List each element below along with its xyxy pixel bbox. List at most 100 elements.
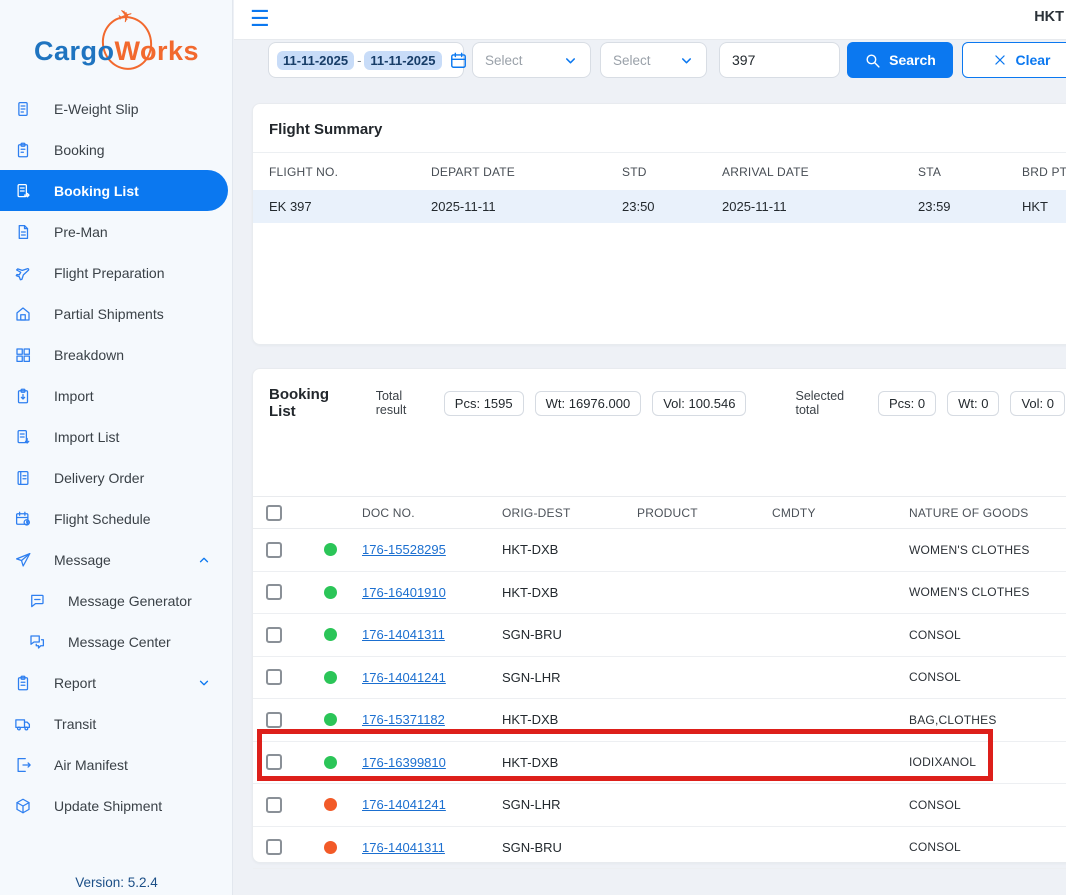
sidebar-item-message-generator[interactable]: Message Generator [0, 580, 233, 621]
nature-of-goods-cell: CONSOL [909, 840, 1066, 854]
flight-number-input[interactable] [719, 42, 840, 78]
sta-cell: 23:59 [918, 199, 1022, 214]
booking-list-card: Booking List Total result Pcs: 1595 Wt: … [252, 368, 1066, 863]
row-status-dot [324, 586, 337, 599]
table-row: 176-16401910 HKT-DXB WOMEN'S CLOTHES [253, 572, 1066, 615]
column-header: STD [622, 165, 722, 179]
nature-of-goods-cell: CONSOL [909, 798, 1066, 812]
sidebar-item-message-center[interactable]: Message Center [0, 621, 233, 662]
column-header: CMDTY [772, 506, 909, 520]
search-button-label: Search [889, 52, 936, 68]
calendar-icon[interactable] [449, 51, 468, 70]
total-result-label: Total result [376, 389, 433, 417]
hamburger-menu-icon[interactable]: ☰ [250, 5, 270, 33]
search-button[interactable]: Search [847, 42, 953, 78]
date-to-chip[interactable]: 11-11-2025 [364, 51, 441, 70]
sidebar-menu: E-Weight Slip Booking Booking List Pre-M… [0, 88, 233, 826]
date-range-input[interactable]: 11-11-2025 - 11-11-2025 [268, 42, 464, 78]
total-vol-badge: Vol: 100.546 [652, 391, 746, 416]
sidebar-item-update-shipment[interactable]: Update Shipment [0, 785, 233, 826]
sidebar-item-air-manifest[interactable]: Air Manifest [0, 744, 233, 785]
column-header: ORIG-DEST [502, 506, 637, 520]
booking-table-header-row: DOC NO. ORIG-DEST PRODUCT CMDTY NATURE O… [253, 496, 1066, 529]
nature-of-goods-cell: WOMEN'S CLOTHES [909, 585, 1066, 599]
doc-no-link[interactable]: 176-15371182 [362, 712, 502, 727]
orig-dest-cell: HKT-DXB [502, 712, 637, 727]
chevron-down-icon [563, 53, 578, 68]
sidebar-item-label: Message [54, 552, 111, 568]
clear-button-label: Clear [1015, 52, 1050, 68]
doc-no-link[interactable]: 176-14041311 [362, 840, 502, 855]
table-row: 176-14041241 SGN-LHR CONSOL [253, 784, 1066, 827]
sidebar-item-message[interactable]: Message [0, 539, 233, 580]
import-list-icon [14, 428, 32, 446]
flight-summary-row[interactable]: EK 397 2025-11-11 23:50 2025-11-11 23:59… [253, 190, 1066, 223]
import-icon [14, 387, 32, 405]
date-from-chip[interactable]: 11-11-2025 [277, 51, 354, 70]
sidebar-item-e-weight-slip[interactable]: E-Weight Slip [0, 88, 233, 129]
row-status-dot [324, 543, 337, 556]
sidebar-item-flight-preparation[interactable]: Flight Preparation [0, 252, 233, 293]
sidebar-item-delivery-order[interactable]: Delivery Order [0, 457, 233, 498]
sidebar-item-transit[interactable]: Transit [0, 703, 233, 744]
sidebar-item-report[interactable]: Report [0, 662, 233, 703]
sidebar-item-flight-schedule[interactable]: Flight Schedule [0, 498, 233, 539]
table-row: 176-15528295 HKT-DXB WOMEN'S CLOTHES [253, 529, 1066, 572]
select-all-checkbox[interactable] [266, 505, 282, 521]
row-checkbox[interactable] [266, 669, 282, 685]
row-checkbox[interactable] [266, 712, 282, 728]
column-header: DEPART DATE [431, 165, 622, 179]
table-row: 176-14041311 SGN-BRU CONSOL [253, 827, 1066, 870]
report-icon [14, 674, 32, 692]
sidebar-item-import-list[interactable]: Import List [0, 416, 233, 457]
doc-no-link[interactable]: 176-16401910 [362, 585, 502, 600]
orig-dest-cell: SGN-LHR [502, 670, 637, 685]
chevron-down-icon [679, 53, 694, 68]
sidebar-item-booking-list[interactable]: Booking List [0, 170, 228, 211]
sidebar-item-label: Air Manifest [54, 757, 128, 773]
selected-wt-badge: Wt: 0 [947, 391, 999, 416]
chevron-down-icon [197, 676, 211, 690]
sidebar-item-breakdown[interactable]: Breakdown [0, 334, 233, 375]
message-icon [14, 551, 32, 569]
sidebar-item-pre-man[interactable]: Pre-Man [0, 211, 233, 252]
sidebar-item-label: Partial Shipments [54, 306, 164, 322]
booking-list-header: Booking List Total result Pcs: 1595 Wt: … [253, 369, 1066, 420]
version-label: Version: 5.2.4 [0, 875, 233, 890]
row-checkbox[interactable] [266, 542, 282, 558]
row-checkbox[interactable] [266, 797, 282, 813]
sidebar: ✈ CargoWorks E-Weight Slip Booking Booki… [0, 0, 233, 895]
table-row-highlighted: 176-16399810 HKT-DXB IODIXANOL [253, 742, 1066, 785]
doc-no-link[interactable]: 176-14041241 [362, 797, 502, 812]
sidebar-item-label: Pre-Man [54, 224, 108, 240]
clear-button[interactable]: Clear [962, 42, 1066, 78]
row-status-dot [324, 798, 337, 811]
logo-works: Works [115, 36, 200, 66]
doc-no-link[interactable]: 176-16399810 [362, 755, 502, 770]
column-header: FLIGHT NO. [269, 165, 431, 179]
orig-dest-cell: SGN-BRU [502, 627, 637, 642]
logo-text: CargoWorks [34, 36, 199, 67]
sidebar-item-booking[interactable]: Booking [0, 129, 233, 170]
row-status-dot [324, 628, 337, 641]
flight-schedule-icon [14, 510, 32, 528]
row-checkbox[interactable] [266, 627, 282, 643]
table-row: 176-14041241 SGN-LHR CONSOL [253, 657, 1066, 700]
row-checkbox[interactable] [266, 754, 282, 770]
doc-no-link[interactable]: 176-14041311 [362, 627, 502, 642]
sidebar-item-label: Import List [54, 429, 119, 445]
selected-pcs-badge: Pcs: 0 [878, 391, 936, 416]
nature-of-goods-cell: CONSOL [909, 628, 1066, 642]
doc-no-link[interactable]: 176-14041241 [362, 670, 502, 685]
pre-man-icon [14, 223, 32, 241]
filter-select-2[interactable]: Select [600, 42, 707, 78]
sidebar-item-partial-shipments[interactable]: Partial Shipments [0, 293, 233, 334]
nature-of-goods-cell: CONSOL [909, 670, 1066, 684]
sidebar-item-import[interactable]: Import [0, 375, 233, 416]
row-checkbox[interactable] [266, 839, 282, 855]
partial-shipments-icon [14, 305, 32, 323]
row-checkbox[interactable] [266, 584, 282, 600]
column-header: NATURE OF GOODS [909, 506, 1066, 520]
doc-no-link[interactable]: 176-15528295 [362, 542, 502, 557]
filter-select-1[interactable]: Select [472, 42, 591, 78]
